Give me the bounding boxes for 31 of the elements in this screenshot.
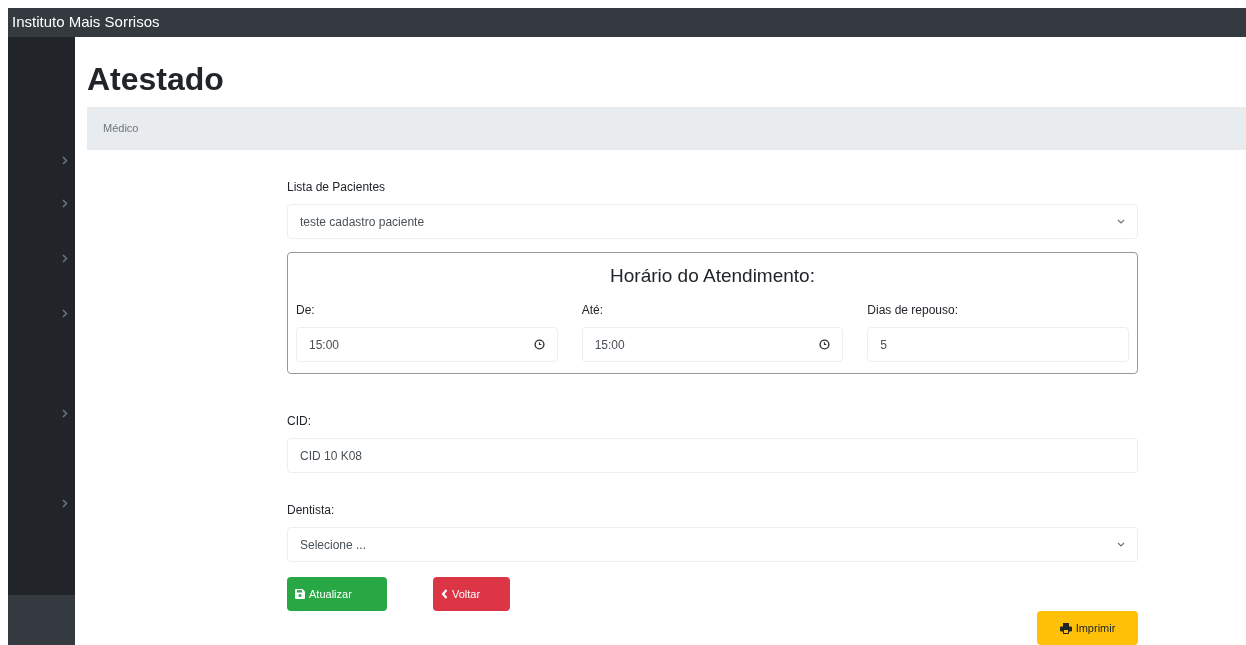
panel-title: Horário do Atendimento:	[609, 264, 816, 288]
clock-icon	[819, 339, 831, 350]
chevron-down-icon	[1117, 542, 1125, 547]
field-label: Até:	[581, 302, 604, 319]
back-button[interactable]: Voltar	[433, 577, 510, 611]
page-heading: Atestado	[87, 60, 225, 99]
select-field[interactable]: teste cadastro paciente	[287, 204, 1138, 239]
breadcrumb-item[interactable]: Médico	[103, 120, 139, 137]
time-field[interactable]: 15:00	[296, 327, 558, 362]
chevron-right-icon	[62, 199, 68, 208]
field-label: Lista de Pacientes	[287, 179, 387, 196]
field-label: Dias de repouso:	[867, 302, 960, 319]
field-label: CID:	[287, 413, 312, 430]
app-title: Instituto Mais Sorrisos	[12, 12, 160, 33]
chevron-right-icon	[62, 254, 68, 263]
chevron-right-icon	[62, 309, 68, 318]
input-field[interactable]: 5	[867, 327, 1129, 362]
sidebar-footer	[8, 595, 75, 645]
chevron-right-icon	[62, 499, 68, 508]
chevron-right-icon	[62, 156, 68, 165]
field-label: Dentista:	[287, 502, 336, 519]
time-field[interactable]: 15:00	[581, 327, 844, 362]
chevron-left-icon	[441, 589, 448, 599]
chevron-right-icon	[62, 409, 68, 418]
select-field[interactable]: Selecione ...	[287, 527, 1138, 562]
field-label: De:	[296, 302, 316, 319]
input-field[interactable]: CID 10 K08	[287, 438, 1138, 473]
print-button[interactable]: Imprimir	[1037, 611, 1138, 645]
chevron-down-icon	[1117, 219, 1125, 224]
printer-icon	[1059, 622, 1072, 634]
clock-icon	[533, 339, 545, 350]
